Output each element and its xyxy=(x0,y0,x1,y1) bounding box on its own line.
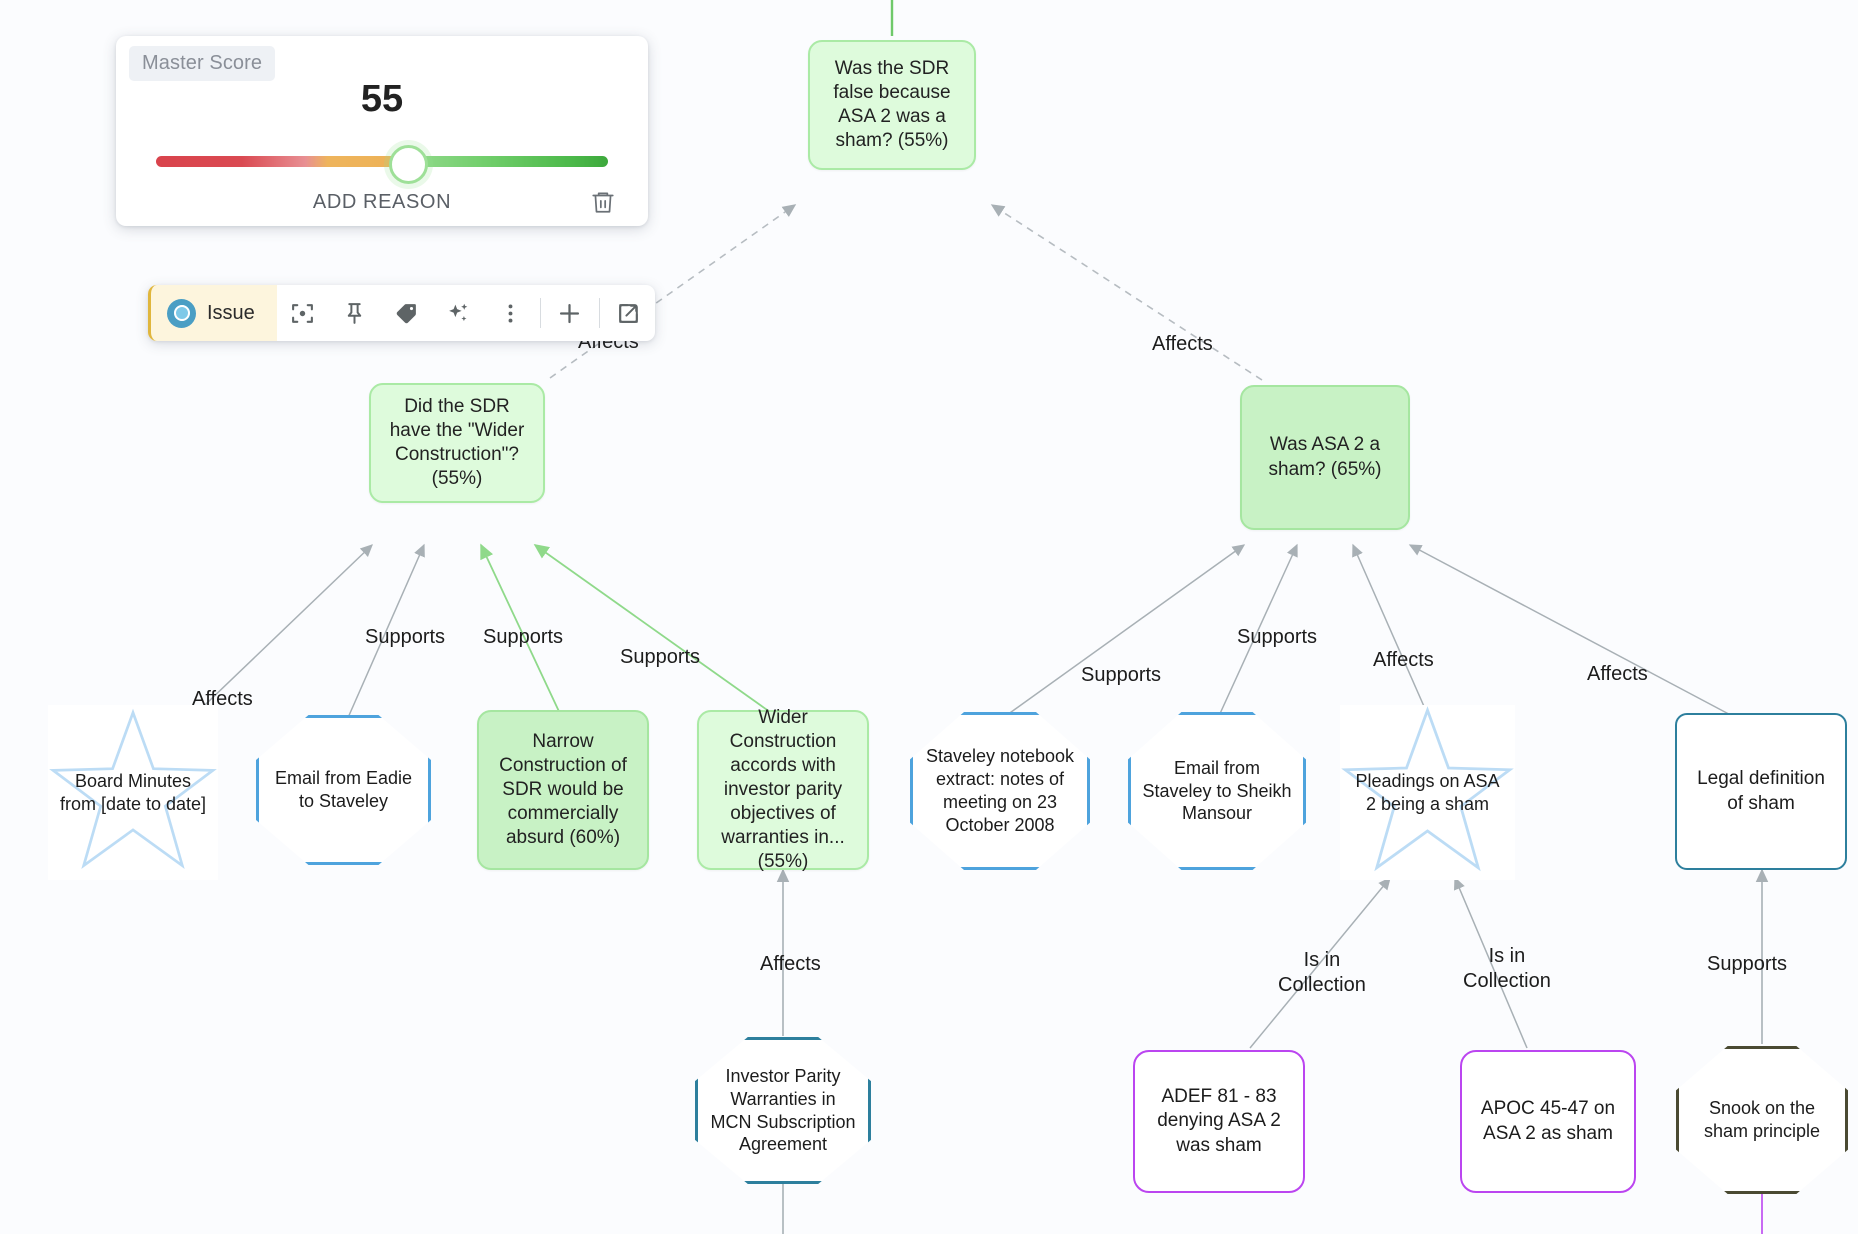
edge-label-supports-n6-n2: Supports xyxy=(483,626,564,648)
sparkles-icon[interactable] xyxy=(433,285,485,341)
node-claim-wider-construction-parity[interactable]: Wider Construction accords with investor… xyxy=(697,707,869,872)
slider-thumb[interactable] xyxy=(388,145,428,184)
plus-icon[interactable] xyxy=(544,285,596,341)
open-external-icon[interactable] xyxy=(603,285,655,341)
edge-label-supports-n7-n2: Supports xyxy=(620,646,701,668)
node-label: Email from Staveley to Sheikh Mansour xyxy=(1142,757,1292,824)
focus-target-icon[interactable] xyxy=(277,285,329,341)
edge-label-affects-n11-n3: Affects xyxy=(1587,663,1648,685)
toolbar-divider xyxy=(539,298,541,328)
node-label: Was ASA 2 a sham? (65%) xyxy=(1268,434,1382,480)
trash-icon[interactable] xyxy=(590,188,616,216)
node-label: Email from Eadie to Staveley xyxy=(274,768,413,811)
node-label: Legal definition of sham xyxy=(1697,768,1825,814)
issue-type-icon xyxy=(167,298,196,328)
node-label: APOC 45-47 on ASA 2 as sham xyxy=(1480,1098,1616,1144)
add-reason-button[interactable]: ADD REASON xyxy=(116,191,648,214)
node-evidence-staveley-notebook[interactable]: Staveley notebook extract: notes of meet… xyxy=(910,712,1090,870)
node-type-issue-tab[interactable]: Issue xyxy=(148,285,277,341)
node-pleading-adef-81-83[interactable]: ADEF 81 - 83 denying ASA 2 was sham xyxy=(1133,1050,1305,1193)
node-label: Board Minutes from [date to date] xyxy=(59,770,207,814)
edge-label-supports-n5-n2: Supports xyxy=(365,626,446,648)
node-collection-pleadings-asa2[interactable]: Pleadings on ASA 2 being a sham xyxy=(1340,705,1515,880)
edge-label-affects-n10-n3: Affects xyxy=(1373,649,1434,671)
node-label: Was the SDR false because ASA 2 was a sh… xyxy=(833,57,951,152)
node-label: Snook on the sham principle xyxy=(1703,1098,1821,1141)
node-label: Pleadings on ASA 2 being a sham xyxy=(1355,770,1500,814)
pin-icon[interactable] xyxy=(329,285,381,341)
node-label: Staveley notebook extract: notes of meet… xyxy=(925,746,1075,835)
node-issue-wider-construction[interactable]: Did the SDR have the "Wider Construction… xyxy=(369,383,545,503)
edge-label-affects-n3-n1: Affects xyxy=(1152,333,1213,355)
node-claim-narrow-construction-absurd[interactable]: Narrow Construction of SDR would be comm… xyxy=(477,710,649,870)
edge-label-supports-n9-n3: Supports xyxy=(1237,626,1318,648)
node-label: ADEF 81 - 83 denying ASA 2 was sham xyxy=(1157,1086,1281,1156)
slider-track[interactable] xyxy=(156,156,608,167)
node-collection-board-minutes[interactable]: Board Minutes from [date to date] xyxy=(48,705,218,880)
node-pleading-apoc-45-47[interactable]: APOC 45-47 on ASA 2 as sham xyxy=(1460,1050,1636,1193)
master-score-slider[interactable] xyxy=(156,145,608,184)
toolbar-divider xyxy=(598,298,600,328)
edge-label-supports-n8-n3: Supports xyxy=(1081,664,1162,686)
node-evidence-investor-parity-warranties[interactable]: Investor Parity Warranties in MCN Subscr… xyxy=(695,1037,871,1184)
edge-label-affects-n4-n2: Affects xyxy=(192,688,253,710)
node-authority-snook-sham-principle[interactable]: Snook on the sham principle xyxy=(1676,1046,1848,1194)
edge-label-is-in-collection-n13: Is in Collection xyxy=(1278,949,1366,996)
node-label: Investor Parity Warranties in MCN Subscr… xyxy=(710,1065,856,1155)
node-label: Wider Construction accords with investor… xyxy=(721,706,845,873)
node-toolbar[interactable]: Issue xyxy=(148,285,655,341)
node-label: Narrow Construction of SDR would be comm… xyxy=(499,730,627,849)
edge-label-affects-n12-n7: Affects xyxy=(760,953,821,975)
node-issue-sdr-false[interactable]: Was the SDR false because ASA 2 was a sh… xyxy=(808,40,976,170)
tag-icon[interactable] xyxy=(381,285,433,341)
node-authority-legal-definition-sham[interactable]: Legal definition of sham xyxy=(1675,713,1847,870)
more-options-icon[interactable] xyxy=(485,285,537,341)
edge-label-is-in-collection-n14: Is in Collection xyxy=(1463,945,1551,992)
master-score-panel[interactable]: Master Score 55 ADD REASON xyxy=(116,36,648,226)
node-evidence-email-staveley-mansour[interactable]: Email from Staveley to Sheikh Mansour xyxy=(1128,712,1306,870)
node-label: Did the SDR have the "Wider Construction… xyxy=(389,395,525,490)
master-score-value: 55 xyxy=(360,78,404,120)
node-type-label: Issue xyxy=(207,301,255,324)
edge-label-supports-n15-n11: Supports xyxy=(1707,953,1788,975)
node-issue-asa2-sham[interactable]: Was ASA 2 a sham? (65%) xyxy=(1240,385,1410,530)
node-evidence-email-eadie[interactable]: Email from Eadie to Staveley xyxy=(256,715,431,865)
master-score-chip: Master Score xyxy=(129,46,276,81)
graph-canvas[interactable]: Was the SDR false because ASA 2 was a sh… xyxy=(0,0,1858,1234)
